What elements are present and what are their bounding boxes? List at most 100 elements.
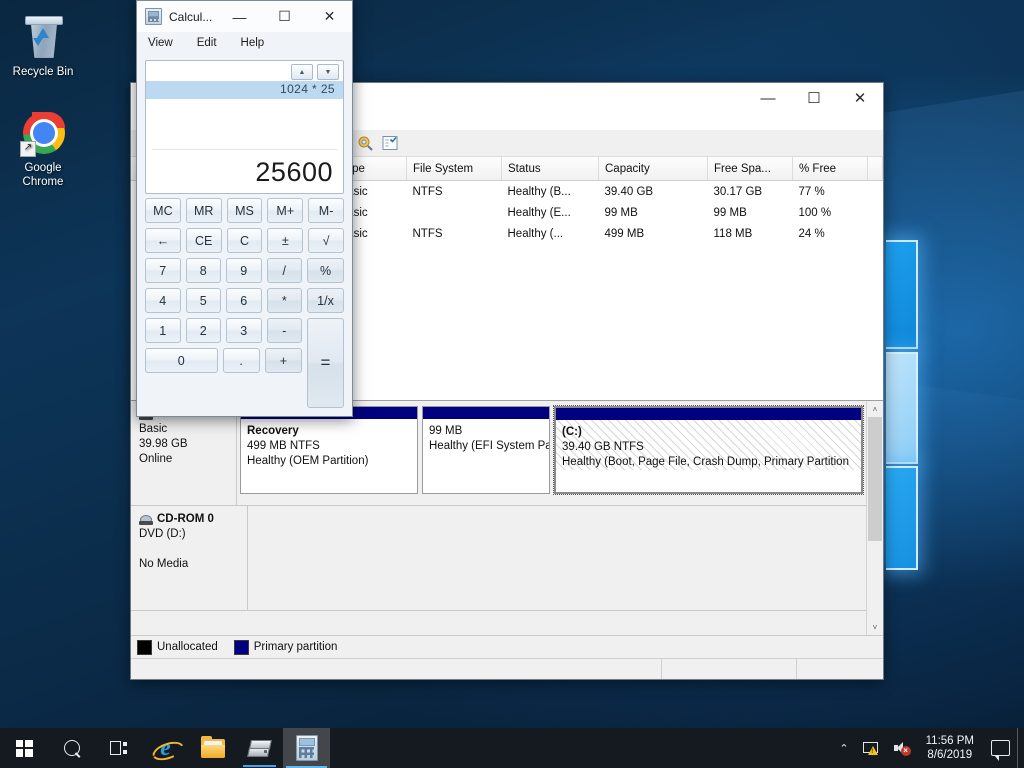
- column-header-percent-free[interactable]: % Free: [792, 157, 868, 181]
- key-decimal[interactable]: .: [222, 348, 260, 373]
- key-square-root[interactable]: √: [308, 228, 344, 253]
- column-header-file-system[interactable]: File System: [406, 157, 502, 181]
- key-subtract[interactable]: -: [266, 318, 302, 343]
- clock[interactable]: 11:56 PM 8/6/2019: [916, 728, 984, 768]
- column-header-capacity[interactable]: Capacity: [598, 157, 708, 181]
- desktop-icon-label: Recycle Bin: [12, 66, 74, 78]
- maximize-button[interactable]: ☐: [791, 83, 837, 113]
- disk-kind: Basic: [139, 423, 168, 435]
- key-5[interactable]: 5: [185, 288, 221, 313]
- network-status-button[interactable]: [856, 728, 886, 768]
- key-8[interactable]: 8: [185, 258, 221, 283]
- close-button[interactable]: ✕: [307, 1, 352, 32]
- maximize-button[interactable]: ☐: [262, 1, 307, 32]
- history-scroll-down-button[interactable]: ▼: [317, 64, 339, 80]
- key-memory-store[interactable]: MS: [226, 198, 263, 223]
- menu-item-help[interactable]: Help: [238, 36, 268, 50]
- show-hidden-icons-button[interactable]: ⌃: [832, 728, 855, 768]
- scroll-up-button[interactable]: ˄: [867, 401, 883, 417]
- server-manager-button[interactable]: [236, 728, 283, 768]
- system-tray[interactable]: ⌃ × 11:56 PM 8/6/2019: [832, 728, 1024, 768]
- history-scroll-buttons[interactable]: ▲ ▼: [291, 64, 339, 80]
- key-1[interactable]: 1: [145, 318, 181, 343]
- key-reciprocal[interactable]: 1/x: [307, 288, 344, 313]
- menu-item-edit[interactable]: Edit: [194, 36, 220, 50]
- calculator-keypad[interactable]: MC MR MS M+ M- ← CE C ± √ 7 8 9 / 4 5 6 …: [137, 198, 352, 416]
- disk-graphical-view[interactable]: Disk 0 Basic 39.98 GB Online Recovery 49…: [131, 400, 883, 635]
- key-0[interactable]: 0: [145, 348, 218, 373]
- partition-size: 499 MB NTFS: [247, 440, 320, 452]
- cell-capacity: 39.40 GB: [604, 185, 654, 198]
- scroll-down-button[interactable]: ˅: [867, 619, 883, 635]
- disk-header-cdrom0[interactable]: CD-ROM 0 DVD (D:) No Media: [131, 506, 248, 610]
- disk-row-cdrom0[interactable]: CD-ROM 0 DVD (D:) No Media: [131, 506, 866, 611]
- calculator-history-list[interactable]: 1024 * 25: [146, 81, 343, 149]
- close-button[interactable]: ✕: [837, 83, 883, 113]
- menu-item-view[interactable]: View: [145, 36, 176, 50]
- disk-legend: Unallocated Primary partition: [131, 635, 883, 658]
- column-header-status[interactable]: Status: [501, 157, 599, 181]
- legend-label: Primary partition: [253, 641, 338, 653]
- search-button[interactable]: [48, 728, 95, 768]
- partition-c-drive[interactable]: (C:) 39.40 GB NTFS Healthy (Boot, Page F…: [553, 405, 864, 495]
- calculator-titlebar[interactable]: Calcul... — ☐ ✕: [137, 1, 352, 32]
- key-backspace[interactable]: ←: [145, 228, 181, 253]
- cell-percent-free: 24 %: [798, 227, 825, 240]
- key-divide[interactable]: /: [266, 258, 302, 283]
- key-3[interactable]: 3: [226, 318, 262, 343]
- action-center-icon: [991, 740, 1010, 761]
- history-scroll-up-button[interactable]: ▲: [291, 64, 313, 80]
- column-header-free-space[interactable]: Free Spa...: [707, 157, 793, 181]
- partition-size: 39.40 GB NTFS: [562, 441, 644, 453]
- key-clear-entry[interactable]: CE: [185, 228, 222, 253]
- scrollbar-track[interactable]: [867, 417, 883, 619]
- key-memory-add[interactable]: M+: [267, 198, 304, 223]
- calculator-button[interactable]: [283, 728, 330, 768]
- task-view-button[interactable]: [95, 728, 142, 768]
- calculator-window[interactable]: Calcul... — ☐ ✕ View Edit Help ▲ ▼ 1024 …: [136, 0, 353, 417]
- key-percent[interactable]: %: [307, 258, 344, 283]
- status-bar: [131, 658, 883, 679]
- calculator-result: 25600: [255, 157, 333, 187]
- graphical-view-scrollbar[interactable]: ˄ ˅: [866, 401, 883, 635]
- disk-name: CD-ROM 0: [157, 513, 214, 525]
- minimize-button[interactable]: —: [745, 83, 791, 113]
- properties-icon[interactable]: [355, 133, 375, 153]
- partition-efi[interactable]: 99 MB Healthy (EFI System Pa: [422, 406, 550, 494]
- start-button[interactable]: [0, 728, 48, 768]
- calculator-menubar[interactable]: View Edit Help: [137, 32, 352, 54]
- key-4[interactable]: 4: [145, 288, 181, 313]
- history-entry[interactable]: 1024 * 25: [146, 81, 343, 99]
- key-9[interactable]: 9: [226, 258, 262, 283]
- file-explorer-button[interactable]: [189, 728, 236, 768]
- desktop-icon-recycle-bin[interactable]: Recycle Bin: [4, 14, 82, 80]
- partition-recovery[interactable]: Recovery 499 MB NTFS Healthy (OEM Partit…: [240, 406, 418, 494]
- taskbar[interactable]: e ⌃ ×: [0, 728, 1024, 768]
- cell-file-system: [407, 202, 502, 223]
- action-center-button[interactable]: [984, 728, 1017, 768]
- desktop-icon-google-chrome[interactable]: ↗ Google Chrome: [4, 110, 82, 189]
- key-clear[interactable]: C: [226, 228, 263, 253]
- help-icon[interactable]: [380, 133, 400, 153]
- key-equals[interactable]: =: [307, 318, 344, 408]
- minimize-button[interactable]: —: [217, 1, 262, 32]
- key-memory-subtract[interactable]: M-: [308, 198, 344, 223]
- cell-spacer: [868, 223, 883, 244]
- scrollbar-thumb[interactable]: [868, 417, 882, 541]
- key-7[interactable]: 7: [145, 258, 181, 283]
- memory-key-row: MC MR MS M+ M-: [145, 198, 344, 223]
- key-multiply[interactable]: *: [266, 288, 302, 313]
- key-memory-recall[interactable]: MR: [185, 198, 222, 223]
- key-memory-clear[interactable]: MC: [145, 198, 181, 223]
- volume-button[interactable]: ×: [886, 728, 916, 768]
- desktop[interactable]: Recycle Bin ↗ Google Chrome — ☐ ✕ File S…: [0, 0, 1024, 768]
- key-2[interactable]: 2: [185, 318, 221, 343]
- cell-capacity: 499 MB: [604, 227, 645, 240]
- key-plus-minus[interactable]: ±: [267, 228, 304, 253]
- key-add[interactable]: +: [264, 348, 302, 373]
- show-desktop-button[interactable]: [1017, 728, 1024, 768]
- key-6[interactable]: 6: [226, 288, 262, 313]
- partition-status: Healthy (EFI System Pa: [429, 440, 550, 452]
- internet-explorer-button[interactable]: e: [142, 728, 189, 768]
- digit-row-123: 1 2 3 -: [145, 318, 302, 343]
